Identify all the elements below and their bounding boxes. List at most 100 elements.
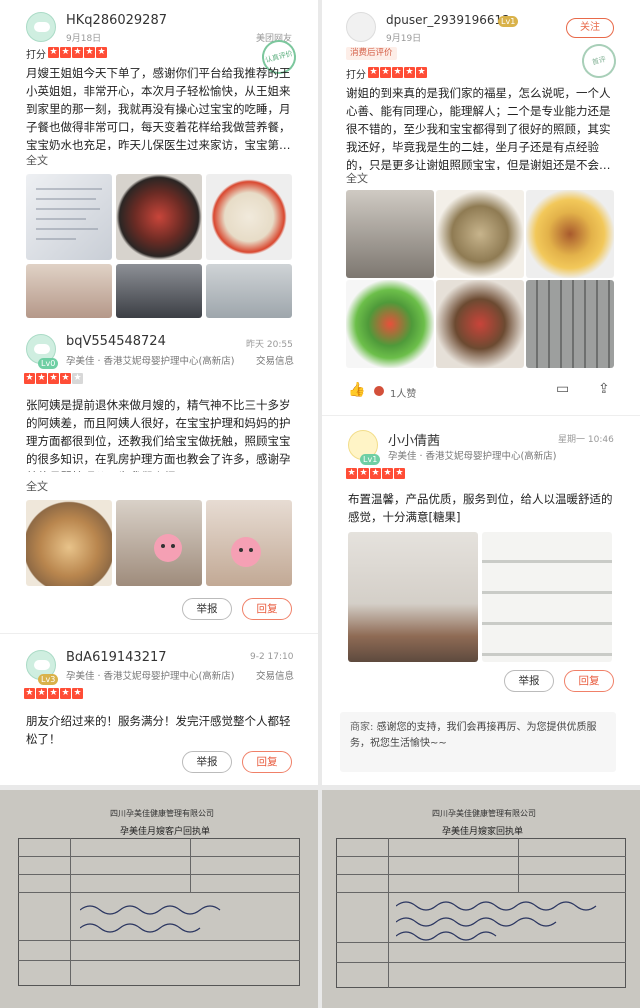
review-photo-document[interactable]	[26, 174, 112, 260]
review-photo-product-shelves[interactable]	[482, 532, 612, 662]
post-purchase-tag: 消费后评价	[346, 47, 397, 60]
shop-name[interactable]: 孕美佳 · 香港艾妮母婴护理中心(高新店)	[388, 448, 556, 462]
star-rating: ★ ★ ★ ★ ★	[24, 688, 83, 699]
thumbs-up-icon[interactable]: 👍	[348, 382, 365, 398]
reviewer-name[interactable]: dpuser_2939196613	[386, 13, 510, 27]
star-icon: ★	[394, 468, 405, 479]
review-time: 昨天 20:55	[246, 340, 293, 350]
star-icon: ★	[72, 373, 83, 384]
form-line	[18, 960, 300, 961]
handwriting-scribble	[80, 905, 221, 933]
review-text: 月嫂王姐姐今天下单了，感谢你们平台给我推荐的王小英姐姐，非常开心，本次月子轻松愉…	[26, 66, 291, 150]
review-text: 谢姐的到来真的是我们家的福星，怎么说呢，一个人心善、能有同理心，能理解人；二个是…	[346, 86, 611, 170]
report-button[interactable]: 举报	[182, 598, 232, 620]
score-label: 打分	[26, 50, 46, 61]
star-icon: ★	[36, 373, 47, 384]
review-card: Lv0 bqV554548724 昨天 20:55 孕美佳 · 香港艾妮母婴护理…	[0, 328, 318, 628]
review-photo-mushrooms[interactable]	[436, 280, 524, 368]
star-icon: ★	[380, 67, 391, 78]
form-title: 孕美佳月嫂家回执单	[442, 827, 524, 837]
review-card: dpuser_2939196613 Lv1 关注 9月19日 消费后评价 首评 …	[322, 0, 640, 410]
review-date: 9月18日	[66, 34, 102, 44]
form-line	[336, 874, 626, 875]
review-photo-products[interactable]	[526, 280, 614, 368]
report-button[interactable]: 举报	[504, 670, 554, 692]
screenshot-collage: HKq286029287 9月18日 美团网友 认真评价 打分 ★ ★ ★ ★ ★ 月嫂…	[0, 0, 640, 1008]
review-photo-mother-baby[interactable]	[206, 500, 292, 586]
reply-button[interactable]: 回复	[242, 751, 292, 773]
right-review-column: dpuser_2939196613 Lv1 关注 9月19日 消费后评价 首评 …	[322, 0, 640, 785]
score-label: 打分	[346, 70, 366, 81]
user-level-badge: Lv1	[360, 454, 381, 465]
star-rating: ★ ★ ★ ★ ★	[24, 373, 83, 384]
star-icon: ★	[72, 688, 83, 699]
share-icon[interactable]: ⇪	[598, 381, 610, 397]
star-icon: ★	[48, 688, 59, 699]
report-button[interactable]: 举报	[182, 751, 232, 773]
review-photo-mother-baby[interactable]	[116, 500, 202, 586]
follow-button[interactable]: 关注	[566, 18, 614, 38]
review-photo-soup[interactable]	[436, 190, 524, 278]
review-time: 星期一 10:46	[558, 435, 614, 445]
deal-info-link[interactable]: 交易信息	[256, 668, 294, 682]
form-company: 四川孕美佳健康管理有限公司	[432, 809, 536, 818]
liker-avatar	[374, 386, 384, 396]
review-photo-kitchen[interactable]	[116, 264, 202, 318]
review-photo-mother-baby[interactable]	[26, 264, 112, 318]
divider	[0, 633, 318, 634]
review-card: HKq286029287 9月18日 美团网友 认真评价 打分 ★ ★ ★ ★ ★ 月嫂…	[0, 0, 318, 318]
reviewer-name[interactable]: HKq286029287	[66, 13, 167, 28]
review-photo-dumplings[interactable]	[206, 174, 292, 260]
merchant-reply-text: 感谢您的支持，我们会再接再厉、为您提供优质服务，祝您生活愉快~~	[350, 722, 597, 749]
user-level-badge: Lv3	[38, 674, 59, 685]
handwriting-scribble	[396, 901, 597, 941]
form-line	[70, 838, 71, 986]
reply-button[interactable]: 回复	[564, 670, 614, 692]
review-photo-room[interactable]	[206, 264, 292, 318]
star-rating: ★ ★ ★ ★ ★	[346, 468, 405, 479]
review-photo-egg-custard[interactable]	[526, 190, 614, 278]
star-icon: ★	[24, 688, 35, 699]
review-photo-food[interactable]	[26, 500, 112, 586]
review-date: 9月19日	[386, 34, 422, 44]
star-icon: ★	[60, 373, 71, 384]
star-icon: ★	[24, 373, 35, 384]
form-line	[336, 962, 626, 963]
expand-full-text-link[interactable]: 全文	[346, 170, 368, 186]
review-card: Lv3 BdA619143217 9-2 17:10 孕美佳 · 香港艾妮母婴护…	[0, 640, 318, 785]
reviewer-name[interactable]: 小小倩茜	[388, 430, 440, 449]
star-icon: ★	[382, 468, 393, 479]
receipt-form-photo[interactable]: 四川孕美佳健康管理有限公司 孕美佳月嫂客户回执单	[0, 790, 318, 1008]
star-icon: ★	[392, 67, 403, 78]
avatar[interactable]	[346, 12, 376, 42]
review-text: 朋友介绍过来的！服务满分！发完汗感觉整个人都轻松了！	[26, 714, 291, 746]
form-line	[190, 838, 191, 892]
star-icon: ★	[72, 47, 83, 58]
reply-button[interactable]: 回复	[242, 598, 292, 620]
divider	[322, 415, 640, 416]
review-photo-dish[interactable]	[116, 174, 202, 260]
expand-full-text-link[interactable]: 全文	[26, 152, 48, 168]
star-icon: ★	[416, 67, 427, 78]
star-rating: ★ ★ ★ ★ ★	[48, 47, 107, 58]
star-icon: ★	[48, 47, 59, 58]
reviewer-name[interactable]: BdA619143217	[66, 650, 167, 665]
form-line	[336, 892, 626, 893]
form-company: 四川孕美佳健康管理有限公司	[110, 809, 214, 818]
deal-info-link[interactable]: 交易信息	[256, 353, 294, 367]
shop-name[interactable]: 孕美佳 · 香港艾妮母婴护理中心(高新店)	[66, 353, 234, 367]
user-level-badge: Lv1	[498, 16, 519, 27]
comment-icon[interactable]: ▭	[556, 381, 569, 397]
shop-name[interactable]: 孕美佳 · 香港艾妮母婴护理中心(高新店)	[66, 668, 234, 682]
receipt-form-photo[interactable]: 四川孕美佳健康管理有限公司 孕美佳月嫂家回执单	[322, 790, 640, 1008]
avatar[interactable]	[26, 12, 56, 42]
expand-full-text-link[interactable]: 全文	[26, 478, 48, 494]
review-photo-salad[interactable]	[346, 280, 434, 368]
merchant-label: 商家:	[350, 722, 374, 733]
review-photo-spa-room[interactable]	[348, 532, 478, 662]
review-photo-mother-baby[interactable]	[346, 190, 434, 278]
user-level-badge: Lv0	[38, 358, 59, 369]
star-icon: ★	[370, 468, 381, 479]
reviewer-name[interactable]: bqV554548724	[66, 334, 166, 349]
form-line	[336, 856, 626, 857]
